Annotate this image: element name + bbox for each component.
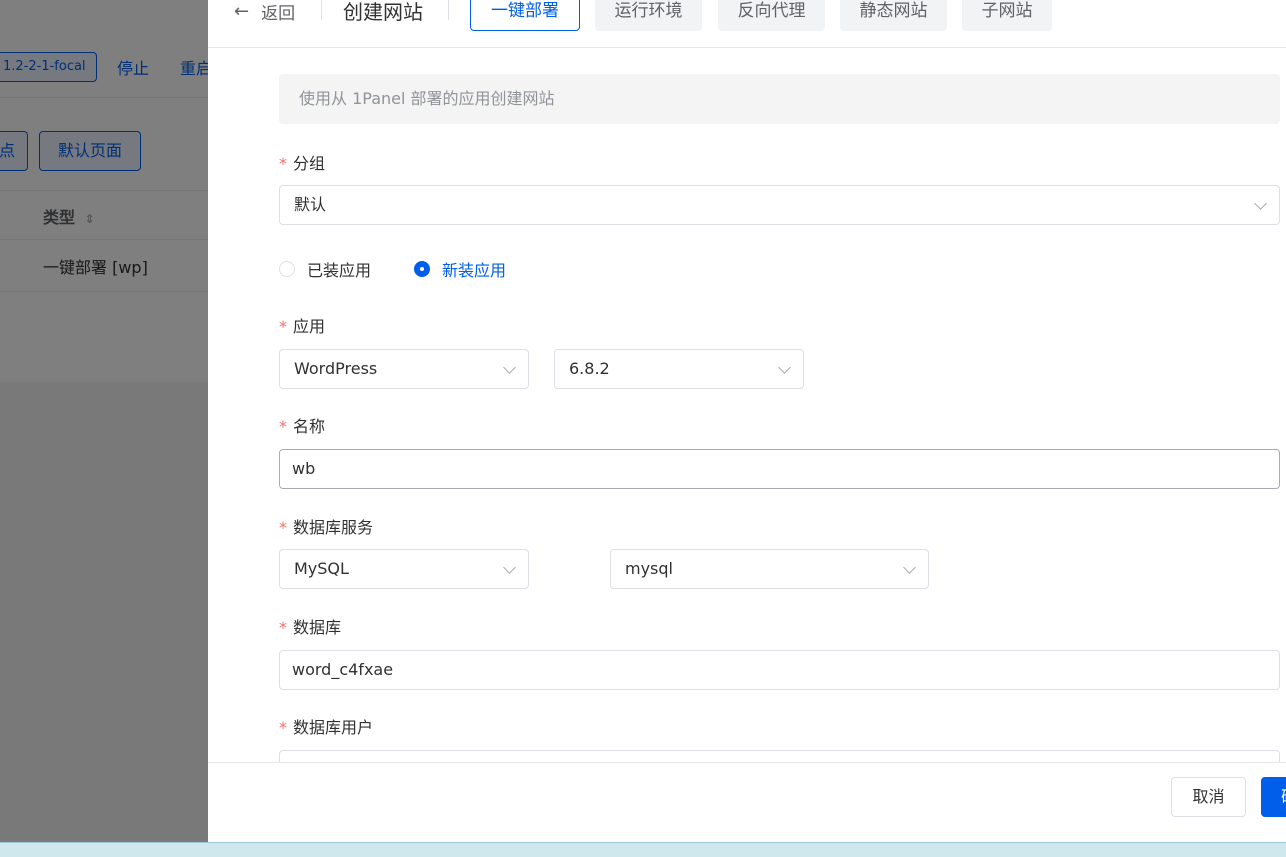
app-select-value: WordPress (294, 359, 378, 378)
name-input[interactable]: wb (279, 449, 1280, 489)
db-instance-select[interactable]: mysql (610, 549, 929, 589)
taskbar-strip (0, 842, 1286, 857)
arrow-left-icon: ← (234, 0, 250, 22)
version-select[interactable]: 6.8.2 (554, 349, 804, 389)
chevron-down-icon (1254, 197, 1267, 210)
group-label: * 分组 (279, 150, 325, 174)
tab-one-click-deploy[interactable]: 一键部署 (470, 0, 580, 31)
db-instance-select-value: mysql (625, 559, 673, 578)
db-user-label: * 数据库用户 (279, 714, 373, 738)
chevron-down-icon (778, 361, 791, 374)
db-type-select[interactable]: MySQL (279, 549, 529, 589)
radio-new-label: 新装应用 (442, 261, 507, 280)
db-type-select-value: MySQL (294, 559, 349, 578)
required-mark: * (279, 618, 287, 637)
header-divider (321, 0, 322, 20)
drawer-title: 创建网站 (343, 0, 423, 24)
drawer-footer: 取消 确认 (208, 762, 1286, 842)
required-mark: * (279, 518, 287, 537)
db-user-label-text: 数据库用户 (293, 718, 374, 737)
required-mark: * (279, 417, 287, 436)
db-label: * 数据库 (279, 614, 341, 638)
db-service-label-text: 数据库服务 (293, 518, 374, 537)
tab-runtime[interactable]: 运行环境 (595, 0, 702, 31)
info-alert: 使用从 1Panel 部署的应用创建网站 (279, 74, 1280, 124)
radio-circle[interactable] (279, 261, 295, 277)
radio-installed-app[interactable]: 已装应用 (279, 257, 371, 281)
db-service-label: * 数据库服务 (279, 514, 373, 538)
name-label: * 名称 (279, 413, 325, 437)
version-select-value: 6.8.2 (569, 359, 610, 378)
cancel-button[interactable]: 取消 (1171, 777, 1246, 817)
required-mark: * (279, 317, 287, 336)
chevron-down-icon (503, 561, 516, 574)
radio-new-app[interactable]: 新装应用 (414, 257, 506, 281)
radio-installed-label: 已装应用 (307, 261, 372, 280)
chevron-down-icon (903, 561, 916, 574)
app-label: * 应用 (279, 313, 325, 337)
drawer-header: ← 返回 创建网站 一键部署 运行环境 反向代理 静态网站 子网站 (208, 0, 1286, 48)
create-website-drawer: ← 返回 创建网站 一键部署 运行环境 反向代理 静态网站 子网站 使用从 1P… (208, 0, 1286, 842)
group-select-value: 默认 (294, 195, 327, 214)
required-mark: * (279, 718, 287, 737)
radio-circle-checked[interactable] (414, 261, 430, 277)
header-divider (448, 0, 449, 20)
back-label: 返回 (261, 3, 296, 24)
chevron-down-icon (503, 361, 516, 374)
group-select[interactable]: 默认 (279, 185, 1280, 225)
confirm-button[interactable]: 确认 (1261, 777, 1286, 817)
back-button[interactable]: ← 返回 (234, 0, 296, 24)
app-select[interactable]: WordPress (279, 349, 529, 389)
db-label-text: 数据库 (293, 618, 342, 637)
name-label-text: 名称 (293, 417, 326, 436)
tab-static-site[interactable]: 静态网站 (840, 0, 947, 31)
tab-reverse-proxy[interactable]: 反向代理 (718, 0, 825, 31)
tab-sub-site[interactable]: 子网站 (962, 0, 1052, 31)
group-label-text: 分组 (293, 154, 326, 173)
app-label-text: 应用 (293, 317, 326, 336)
db-name-input[interactable]: word_c4fxae (279, 650, 1280, 690)
required-mark: * (279, 154, 287, 173)
